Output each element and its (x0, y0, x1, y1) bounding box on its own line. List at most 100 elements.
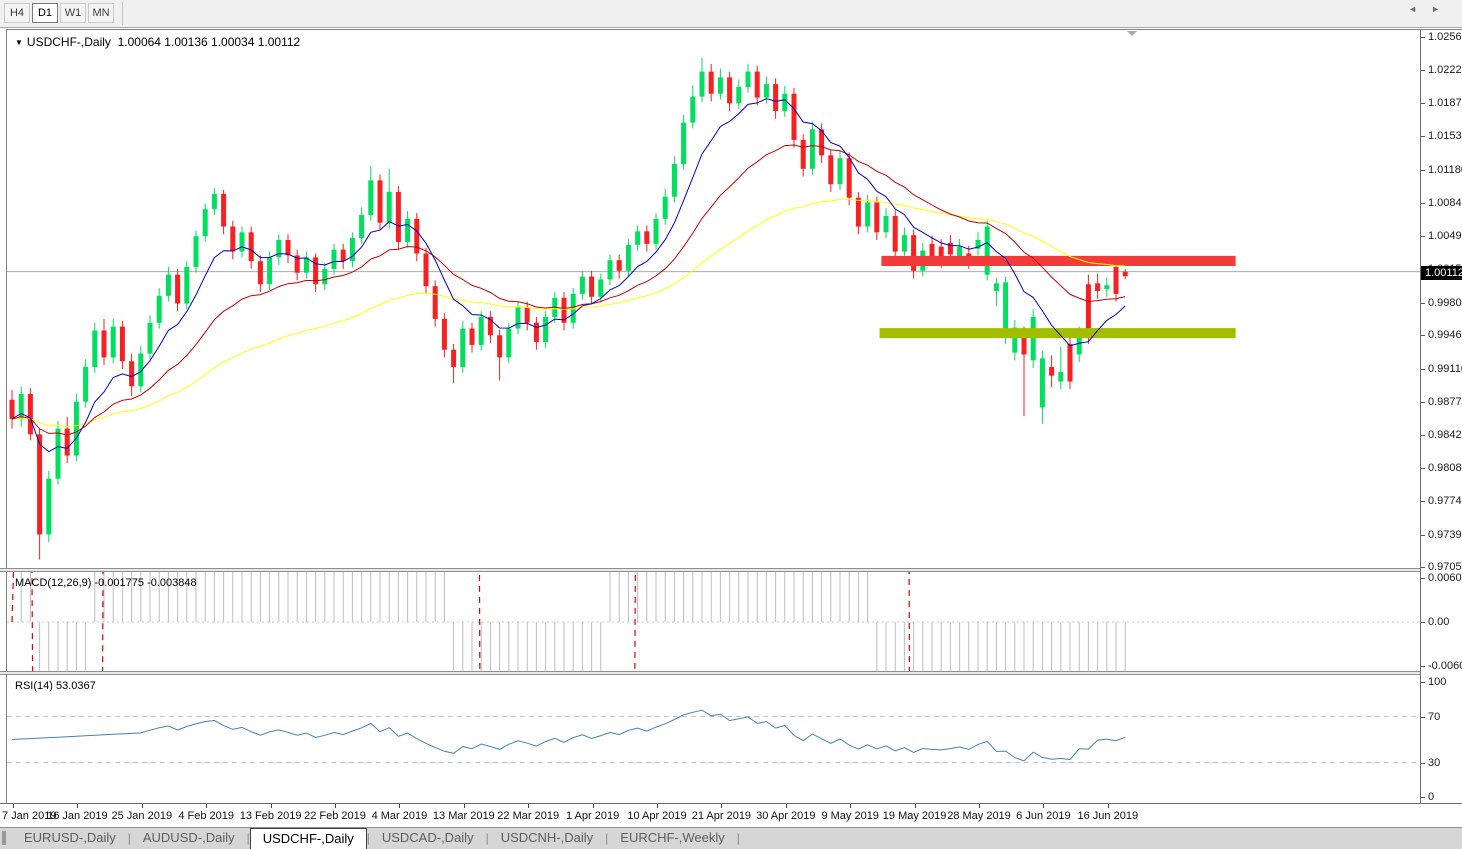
candle (764, 84, 769, 97)
price-axis-label: 0.98420 (1428, 429, 1462, 441)
candle (19, 394, 24, 419)
date-label: 6 Jun 2019 (1016, 810, 1070, 822)
candle (1114, 267, 1119, 294)
candle (608, 260, 613, 279)
candle (543, 317, 548, 342)
chart-tab-audusd[interactable]: AUDUSD-,Daily (131, 828, 247, 849)
price-chart-panel[interactable]: ▼USDCHF-,Daily 1.00064 1.00136 1.00034 1… (7, 30, 1420, 568)
candle (37, 434, 42, 534)
date-label: 1 Apr 2019 (566, 810, 619, 822)
price-axis-label: 1.02220 (1428, 64, 1462, 76)
candle (230, 227, 235, 252)
rsi-axis-label: 70 (1428, 711, 1440, 723)
chart-tab-eurusd[interactable]: EURUSD-,Daily (12, 828, 128, 849)
candle (157, 296, 162, 323)
macd-axis-label: 0.006058 (1428, 572, 1462, 584)
candle (755, 72, 760, 98)
symbol-dropdown-icon[interactable]: ▼ (15, 38, 23, 47)
chart-tab-usdchf[interactable]: USDCHF-,Daily (250, 828, 367, 849)
candle (635, 231, 640, 244)
candle (718, 77, 723, 93)
candle (479, 317, 484, 345)
candle (792, 94, 797, 140)
date-label: 13 Mar 2019 (433, 810, 495, 822)
candle (700, 72, 705, 97)
candle (985, 227, 990, 275)
chart-title-ohlc: 1.00064 1.00136 1.00034 1.00112 (118, 35, 301, 49)
rsi-axis-label: 100 (1428, 676, 1446, 688)
rsi-plot (7, 675, 1420, 803)
candle (28, 394, 33, 434)
price-axis-label: 1.01180 (1428, 164, 1462, 176)
candle (442, 319, 447, 350)
candle (221, 194, 226, 227)
candle (396, 192, 401, 242)
timeframe-toolbar: H4D1W1MN (0, 0, 1462, 28)
price-axis-label: 0.99800 (1428, 297, 1462, 309)
candle (746, 72, 751, 87)
tab-scroll-arrows[interactable]: ◄► (1408, 4, 1454, 14)
price-axis-label: 0.98080 (1428, 462, 1462, 474)
rsi-panel[interactable]: RSI(14) 53.0367 (7, 675, 1420, 803)
candle (194, 236, 199, 267)
macd-panel[interactable]: MACD(12,26,9) -0.001775 -0.003848 (7, 572, 1420, 671)
date-label: 25 Jan 2019 (112, 810, 173, 822)
price-axis-label: 0.99460 (1428, 329, 1462, 341)
toolbar-separator (122, 2, 123, 25)
candle (497, 335, 502, 357)
tabbar-grip[interactable] (2, 831, 6, 845)
macd-label: MACD(12,26,9) -0.001775 -0.003848 (15, 577, 197, 589)
price-axis[interactable]: 1.025601.022201.018701.015301.011801.008… (1421, 30, 1462, 803)
price-axis-label: 0.98770 (1428, 396, 1462, 408)
candle (166, 275, 171, 296)
chart-tab-usdcad[interactable]: USDCAD-,Daily (370, 828, 486, 849)
chart-tab-usdcnh[interactable]: USDCNH-,Daily (489, 828, 605, 849)
chart-tab-eurchf[interactable]: EURCHF-,Weekly (608, 828, 737, 849)
timeframe-button-mn[interactable]: MN (88, 3, 114, 23)
candle (626, 245, 631, 271)
candle (782, 94, 787, 111)
macd-axis-label: -0.006096 (1428, 660, 1462, 672)
candle (65, 429, 70, 456)
candle (534, 323, 539, 342)
timeframe-button-h4[interactable]: H4 (4, 3, 30, 23)
chart-shift-marker-icon (1127, 31, 1137, 36)
timeframe-button-d1[interactable]: D1 (32, 3, 58, 23)
candle (506, 329, 511, 358)
candle (874, 202, 879, 232)
candle (1058, 372, 1063, 382)
candle (341, 250, 346, 262)
current-price-box: 1.00112 (1421, 266, 1462, 280)
candle (516, 307, 521, 328)
time-axis[interactable]: 7 Jan 201916 Jan 201925 Jan 20194 Feb 20… (0, 804, 1462, 827)
ma-line-50 (12, 199, 1125, 426)
candle (589, 277, 594, 297)
candle (736, 87, 741, 103)
candle (902, 235, 907, 251)
macd-axis-label: 0.00 (1428, 616, 1449, 628)
candle (74, 402, 79, 456)
candle (727, 77, 732, 103)
candle (286, 240, 291, 255)
candle (387, 192, 392, 223)
rsi-label: RSI(14) 53.0367 (15, 680, 96, 692)
candle (332, 250, 337, 269)
candle (994, 283, 999, 291)
candle (258, 261, 263, 284)
candle (598, 279, 603, 296)
candle (46, 479, 51, 535)
candle (148, 323, 153, 354)
candle (240, 232, 245, 251)
price-axis-label: 1.01870 (1428, 97, 1462, 109)
date-label: 22 Mar 2019 (497, 810, 559, 822)
candle (884, 216, 889, 232)
date-label: 19 May 2019 (883, 810, 947, 822)
candle (1031, 317, 1036, 360)
candle (930, 244, 935, 257)
date-label: 21 Apr 2019 (692, 810, 751, 822)
candle (56, 429, 61, 479)
candle (267, 257, 272, 284)
candle (175, 275, 180, 304)
timeframe-button-w1[interactable]: W1 (60, 3, 86, 23)
price-axis-label: 0.97390 (1428, 529, 1462, 541)
